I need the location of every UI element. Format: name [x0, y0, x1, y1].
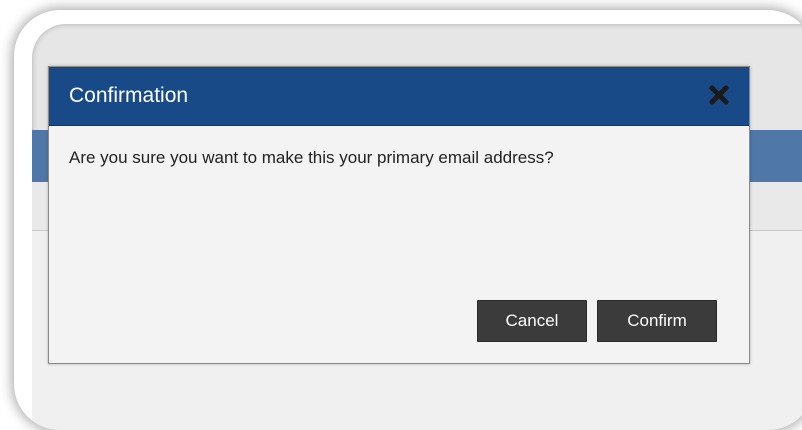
dialog-title: Confirmation	[69, 84, 189, 107]
cancel-button[interactable]: Cancel	[477, 300, 587, 342]
confirm-button[interactable]: Confirm	[597, 300, 717, 342]
dialog-message: Are you sure you want to make this your …	[69, 148, 554, 167]
close-icon[interactable]	[709, 85, 729, 105]
close-icon-glyph	[709, 85, 729, 105]
confirmation-dialog: Confirmation Are you sure you want to ma…	[48, 66, 750, 364]
dialog-header: Confirmation	[49, 67, 749, 126]
